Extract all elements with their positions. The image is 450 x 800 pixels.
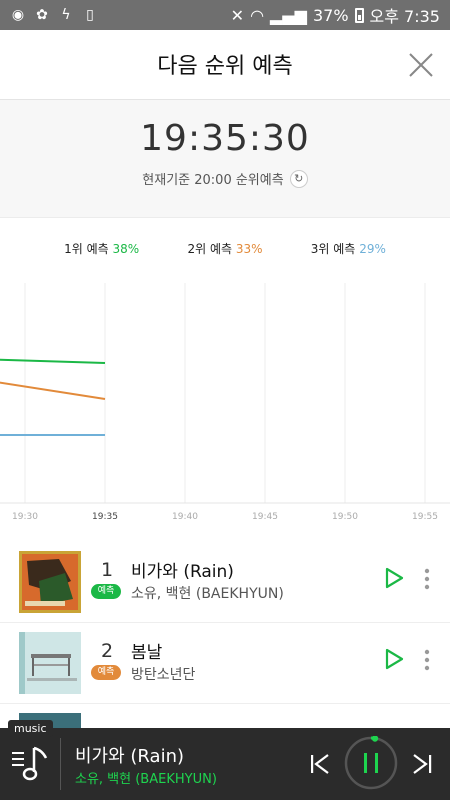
prediction-2: 2위 예측 33% [187,240,262,257]
prediction-badge: 예측 [91,665,121,680]
prediction-badge: 예측 [91,584,121,599]
close-icon [409,53,433,77]
now-playing-title[interactable]: 비가와 (Rain) [75,742,184,768]
play-icon [385,648,404,670]
status-indicators: ✕ ◠ ▂▄▆ 37% 오후 7:35 [231,3,440,27]
rank-number: 1 [100,559,114,581]
album-cover-2[interactable] [19,632,81,694]
album-art-image [19,632,81,694]
header: 다음 순위 예측 [0,30,450,100]
pause-button[interactable] [344,735,398,790]
notification-icons: ◉ ✿ ϟ ▯ [10,7,98,23]
more-vertical-icon [424,568,430,590]
now-playing-artist[interactable]: 소유, 백현 (BAEKHYUN) [75,768,217,787]
prediction-chart-svg: 19:30 19:35 19:40 19:45 19:50 19:55 [0,283,450,522]
prediction-1: 1위 예측 38% [64,240,139,257]
prediction-summary: 1위 예측 38% 2위 예측 33% 3위 예측 29% [0,240,450,257]
prediction-chart: 19:30 19:35 19:40 19:45 19:50 19:55 [0,283,450,533]
prediction-3-pct: 29% [359,242,386,256]
refresh-icon[interactable]: ↻ [289,169,308,188]
previous-button[interactable] [308,752,332,776]
clock-time: 오후 7:35 [369,7,440,26]
basis-text: 현재기준 20:00 순위예측 [142,173,284,188]
song-row-1[interactable]: 1 예측 비가와 (Rain) 소유, 백현 (BAEKHYUN) [0,543,450,623]
next-button[interactable] [410,752,434,776]
song-title[interactable]: 비가와 (Rain) [131,557,234,582]
prediction-2-label: 2위 예측 [187,242,233,256]
song-artist[interactable]: 방탄소년단 [131,664,195,684]
album-cover-1[interactable] [19,551,81,613]
prediction-2-pct: 33% [235,242,263,256]
prediction-1-pct: 38% [112,242,140,256]
prediction-1-label: 1위 예측 [64,242,109,256]
wifi-icon: ◠ [250,5,265,25]
more-vertical-icon [424,649,430,671]
play-button[interactable] [383,567,405,589]
time-section: 19:35:30 현재기준 20:00 순위예측 ↻ [0,100,450,218]
previous-icon [311,754,329,774]
mute-icon: ✕ [230,5,245,25]
x-tick-label: 19:50 [332,512,358,522]
playlist-menu-button[interactable] [12,742,52,786]
flash-icon: ϟ [61,7,71,23]
battery-percent: 37% [312,5,349,25]
song-title[interactable]: 봄날 [131,638,162,663]
battery-icon [354,7,364,23]
rank-number: 2 [100,640,114,662]
basis-row: 현재기준 20:00 순위예측 ↻ [0,169,450,188]
series-line-1 [0,358,106,364]
countdown-clock: 19:35:30 [140,118,310,159]
song-row-2[interactable]: 2 예측 봄날 방탄소년단 [0,624,450,704]
x-tick-label: 19:35 [92,512,118,522]
music-tag: music [8,720,53,737]
status-bar: ◉ ✿ ϟ ▯ ✕ ◠ ▂▄▆ 37% 오후 7:35 [0,0,450,30]
x-tick-label: 19:40 [172,512,198,522]
settings-notification-icon: ✿ [36,7,48,23]
phone-icon: ▯ [86,7,94,23]
more-options-button[interactable] [420,648,434,672]
x-tick-label: 19:45 [252,512,278,522]
album-art-image [19,551,81,613]
next-icon [413,754,432,774]
song-artist[interactable]: 소유, 백현 (BAEKHYUN) [131,583,284,603]
x-tick-label: 19:55 [412,512,438,522]
mini-player[interactable]: music 비가와 (Rain) 소유, 백현 (BAEKHYUN) [0,720,450,800]
more-options-button[interactable] [420,567,434,591]
prediction-3: 3위 예측 29% [311,240,386,257]
player-divider [60,738,61,790]
play-button[interactable] [383,648,405,670]
pause-icon [344,735,398,790]
page-title: 다음 순위 예측 [157,54,293,79]
play-icon [385,567,404,589]
app-notification-icon: ◉ [11,7,25,23]
series-line-2 [0,381,106,400]
close-button[interactable] [406,50,436,80]
x-tick-label: 19:30 [12,512,38,522]
prediction-3-label: 3위 예측 [310,242,356,256]
signal-icon: ▂▄▆ [270,5,307,25]
playlist-music-icon [12,746,48,781]
